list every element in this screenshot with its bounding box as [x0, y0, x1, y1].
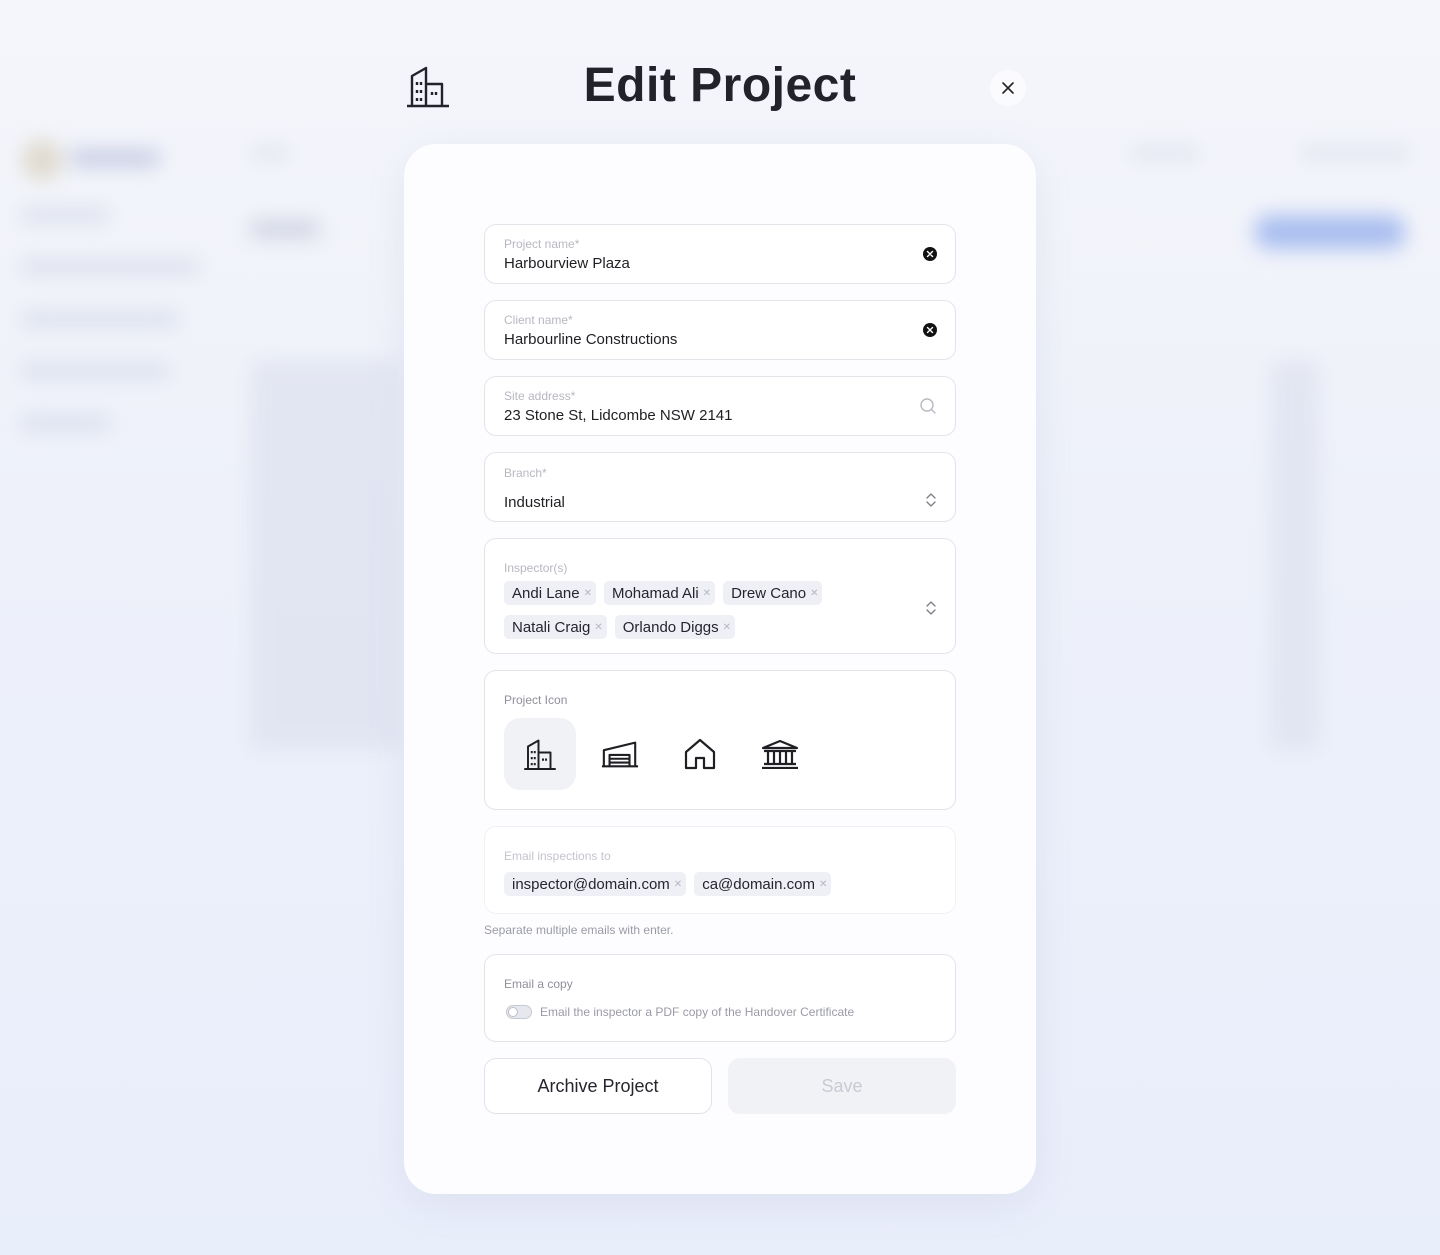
- email-chip: ca@domain.com ✕: [694, 872, 832, 896]
- background-nav-item: [20, 312, 180, 326]
- close-button[interactable]: [990, 70, 1026, 106]
- remove-chip-icon[interactable]: ✕: [819, 879, 827, 890]
- remove-chip-icon[interactable]: ✕: [810, 588, 818, 599]
- clear-button[interactable]: [923, 323, 937, 337]
- remove-chip-icon[interactable]: ✕: [584, 588, 592, 599]
- icon-option-warehouse[interactable]: [584, 718, 656, 790]
- client-name-input[interactable]: [504, 331, 884, 348]
- icon-option-bank[interactable]: [744, 718, 816, 790]
- client-name-field[interactable]: Client name*: [484, 300, 956, 360]
- house-icon: [684, 738, 716, 770]
- remove-chip-icon[interactable]: ✕: [723, 622, 731, 633]
- project-name-input[interactable]: [504, 255, 884, 272]
- modal-title: Edit Project: [583, 59, 857, 112]
- background-primary-button: [1255, 215, 1405, 249]
- email-chip: inspector@domain.com ✕: [504, 872, 687, 896]
- email-copy-field: Email a copy Email the inspector a PDF c…: [484, 954, 956, 1042]
- project-icon-label: Project Icon: [504, 693, 568, 707]
- project-icon-options: [504, 718, 816, 790]
- clear-button[interactable]: [923, 247, 937, 261]
- search-button[interactable]: [919, 397, 937, 415]
- background-table: [250, 360, 400, 750]
- close-icon: [1002, 82, 1014, 94]
- project-name-label: Project name*: [504, 237, 580, 251]
- email-copy-toggle[interactable]: [506, 1005, 532, 1019]
- inspector-chip: Andi Lane ✕: [504, 581, 596, 605]
- icon-option-building[interactable]: [504, 718, 576, 790]
- remove-chip-icon[interactable]: ✕: [703, 588, 711, 599]
- client-name-label: Client name*: [504, 313, 573, 327]
- email-copy-toggle-text: Email the inspector a PDF copy of the Ha…: [540, 1005, 855, 1019]
- inspectors-select[interactable]: Inspector(s) Andi Lane ✕ Mohamad Ali ✕ Dre…: [484, 538, 956, 654]
- clear-icon: [923, 323, 937, 337]
- background-logo-text: [70, 150, 160, 166]
- save-button[interactable]: Save: [728, 1058, 956, 1114]
- site-address-input[interactable]: [504, 407, 884, 424]
- branch-value: Industrial: [504, 494, 565, 511]
- branch-select[interactable]: Branch* Industrial: [484, 452, 956, 522]
- email-inspections-field[interactable]: Email inspections to inspector@domain.co…: [484, 826, 956, 914]
- site-address-label: Site address*: [504, 389, 576, 403]
- project-name-value: [504, 255, 884, 272]
- inspectors-label: Inspector(s): [504, 561, 568, 575]
- email-helper-text: Separate multiple emails with enter.: [484, 923, 674, 937]
- edit-project-modal: Project name* Client name* Site address*…: [404, 144, 1036, 1194]
- icon-option-house[interactable]: [664, 718, 736, 790]
- inspector-chip: Orlando Diggs ✕: [614, 615, 736, 639]
- background-nav-item: [20, 208, 110, 222]
- building-icon: [524, 739, 556, 770]
- inspector-chip: Mohamad Ali ✕: [603, 581, 716, 605]
- bank-icon: [761, 739, 799, 769]
- email-inspections-label: Email inspections to: [504, 849, 611, 863]
- chevron-updown-icon: [925, 492, 937, 508]
- site-address-field[interactable]: Site address*: [484, 376, 956, 436]
- chevron-updown-icon: [925, 600, 937, 616]
- background-nav-item: [20, 260, 200, 274]
- background-header-item: [1130, 148, 1200, 158]
- inspector-chips: Andi Lane ✕ Mohamad Ali ✕ Drew Cano ✕ Natal…: [504, 581, 895, 639]
- remove-chip-icon[interactable]: ✕: [674, 879, 682, 890]
- background-page-title: [250, 220, 320, 238]
- background-table-column: [1270, 360, 1320, 750]
- background-nav-item: [20, 364, 170, 378]
- background-header-item: [250, 148, 290, 158]
- client-name-value: [504, 331, 884, 348]
- background-header-item: [1300, 148, 1410, 158]
- inspector-chip: Drew Cano ✕: [723, 581, 823, 605]
- project-icon-field: Project Icon: [484, 670, 956, 810]
- email-chips: inspector@domain.com ✕ ca@domain.com ✕: [504, 872, 895, 896]
- branch-label: Branch*: [504, 466, 547, 480]
- project-name-field[interactable]: Project name*: [484, 224, 956, 284]
- site-address-value: [504, 407, 884, 424]
- remove-chip-icon[interactable]: ✕: [594, 622, 602, 633]
- search-icon: [920, 398, 936, 414]
- background-nav-item: [20, 416, 110, 430]
- archive-project-button[interactable]: Archive Project: [484, 1058, 712, 1114]
- warehouse-icon: [601, 741, 639, 768]
- background-logo: [22, 140, 62, 180]
- clear-icon: [923, 247, 937, 261]
- inspector-chip: Natali Craig ✕: [504, 615, 607, 639]
- email-copy-label: Email a copy: [504, 977, 573, 991]
